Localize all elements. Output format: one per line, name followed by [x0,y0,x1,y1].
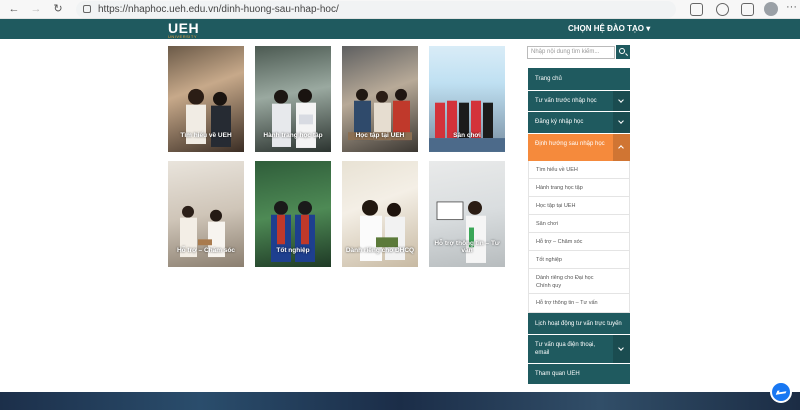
lock-icon [83,5,91,13]
expand-toggle[interactable] [613,112,630,133]
submenu-item[interactable]: Hành trang học tập [528,179,630,197]
read-aloud-icon[interactable] [690,3,703,16]
url-text: https://nhaphoc.ueh.edu.vn/dinh-huong-sa… [98,4,339,15]
card-label: Hỗ trợ thông tin – Tư vấn [434,240,500,254]
sidebar-item-lich-hoat-dong[interactable]: Lịch hoạt động tư vấn trực tuyến [528,313,630,334]
card-hanh-trang-hoc-tap[interactable]: Hành trang học tập [255,46,331,152]
card-label: Hành trang học tập [263,132,323,139]
messenger-icon [775,389,788,395]
expand-toggle[interactable] [613,91,630,111]
sidebar-item-trang-chu[interactable]: Trang chủ [528,68,630,90]
card-tim-hieu-ueh[interactable]: Tìm hiểu về UEH [168,46,244,152]
browser-toolbar: ← → ↻ https://nhaphoc.ueh.edu.vn/dinh-hu… [0,0,800,19]
card-label: Sân chơi [453,132,481,139]
card-tot-nghiep[interactable]: Tốt nghiệp [255,161,331,267]
submenu-item[interactable]: Tìm hiểu về UEH [528,161,630,179]
reload-icon[interactable]: ↻ [50,2,66,17]
card-label: Hỗ trợ – Chăm sóc [176,247,236,254]
chevron-down-icon [618,97,624,103]
submenu-item[interactable]: Học tập tại UEH [528,197,630,215]
footer-banner [0,392,800,410]
sidebar-item-dang-ky[interactable]: Đăng ký nhập học [528,112,630,133]
submenu-item[interactable]: Hỗ trợ thông tin – Tư vấn [528,294,630,313]
profile-avatar[interactable] [764,2,778,16]
site-logo-sub: UNIVERSITY [168,34,198,39]
card-danh-rieng-dhcq[interactable]: Dành riêng cho ĐHCQ [342,161,418,267]
site-logo[interactable]: UEH [168,21,199,35]
menu-icon[interactable]: ··· [786,1,797,13]
messenger-chat-button[interactable] [770,381,792,403]
chevron-down-icon [618,345,624,351]
card-label: Tìm hiểu về UEH [180,132,232,139]
search-input[interactable]: Nhập nội dung tìm kiếm... [527,46,615,59]
address-bar[interactable]: https://nhaphoc.ueh.edu.vn/dinh-huong-sa… [76,1,676,18]
submenu-item[interactable]: Hỗ trợ – Chăm sóc [528,233,630,251]
card-label: Dành riêng cho ĐHCQ [345,247,415,254]
card-san-choi[interactable]: Sân chơi [429,46,505,152]
card-ho-tro-cham-soc[interactable]: Hỗ trợ – Chăm sóc [168,161,244,267]
collapse-toggle[interactable] [613,134,630,161]
card-label: Tốt nghiệp [276,247,310,254]
back-icon[interactable]: ← [6,2,22,17]
expand-toggle[interactable] [613,335,630,363]
site-header: UEH UNIVERSITY CHỌN HỆ ĐÀO TẠO ▾ [0,19,800,39]
search-button[interactable] [616,45,630,59]
sidebar-item-tu-van-truoc[interactable]: Tư vấn trước nhập học [528,91,630,111]
card-hoc-tap-tai-ueh[interactable]: Học tập tại UEH [342,46,418,152]
chevron-down-icon [618,118,624,124]
submenu-item[interactable]: Sân chơi [528,215,630,233]
chevron-up-icon [618,145,624,151]
submenu-item[interactable]: Dành riêng cho Đại học Chính quy [528,269,630,294]
submenu-item[interactable]: Tốt nghiệp [528,251,630,269]
card-ho-tro-thong-tin[interactable]: Hỗ trợ thông tin – Tư vấn [429,161,505,267]
collections-icon[interactable] [741,3,754,16]
forward-icon[interactable]: → [28,2,44,17]
program-menu[interactable]: CHỌN HỆ ĐÀO TẠO ▾ [568,24,650,33]
sidebar-item-dinh-huong[interactable]: Định hướng sau nhập học [528,134,630,161]
card-label: Học tập tại UEH [355,132,405,139]
sidebar-item-tham-quan[interactable]: Tham quan UEH [528,364,630,384]
favorite-icon[interactable] [716,3,729,16]
sidebar-item-tu-van-dien-thoai[interactable]: Tư vấn qua điện thoại, email [528,335,630,363]
